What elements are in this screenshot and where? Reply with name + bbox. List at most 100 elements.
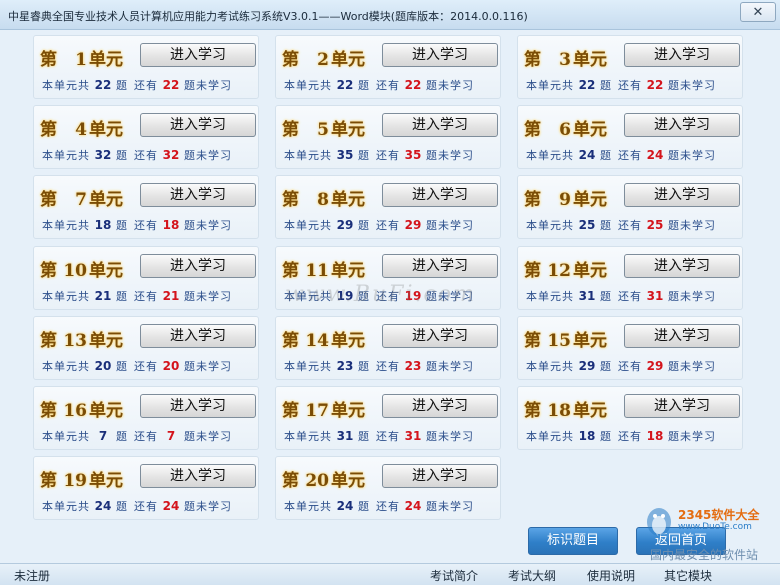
remain-prefix: 还有 — [618, 149, 642, 163]
question-unit: 题 — [116, 149, 128, 163]
enter-study-button[interactable]: 进入学习 — [382, 464, 498, 489]
unit-stats: 本单元共 22 题还有 22 题未学习 — [42, 77, 232, 93]
enter-study-button[interactable]: 进入学习 — [624, 253, 740, 278]
unit-suffix: 单元 — [573, 330, 607, 351]
unit-card: 第 11 单元 进入学习 本单元共 19 题还有 19 题未学习 — [275, 245, 501, 310]
enter-study-button[interactable]: 进入学习 — [624, 183, 740, 208]
unit-prefix: 第 — [282, 120, 299, 141]
unit-number: 4 — [75, 120, 87, 141]
unit-card: 第 2 单元 进入学习 本单元共 22 题还有 22 题未学习 — [275, 35, 501, 99]
question-unit: 题 — [358, 500, 370, 514]
remain-count: 20 — [162, 358, 180, 373]
remain-prefix: 还有 — [618, 79, 642, 92]
unit-number: 8 — [317, 190, 329, 211]
enter-study-button[interactable]: 进入学习 — [140, 253, 256, 278]
unit-card: 第 16 单元 进入学习 本单元共 7 题还有 7 题未学习 — [33, 386, 259, 450]
question-unit: 题 — [358, 219, 370, 233]
question-unit: 题 — [600, 79, 612, 92]
unit-card: 第 12 单元 进入学习 本单元共 31 题还有 31 题未学习 — [517, 245, 743, 310]
unit-suffix: 单元 — [89, 471, 123, 492]
total-prefix: 本单元共 — [284, 149, 332, 163]
remain-prefix: 还有 — [134, 149, 158, 163]
question-unit: 题 — [116, 219, 128, 233]
remain-suffix: 题未学习 — [184, 219, 232, 233]
unit-stats: 本单元共 22 题还有 22 题未学习 — [526, 77, 716, 93]
unit-prefix: 第 — [40, 401, 57, 421]
total-count: 31 — [336, 429, 354, 443]
exam-intro-link[interactable]: 考试简介 — [430, 567, 478, 584]
unit-title: 第 11 单元 — [282, 256, 365, 282]
enter-study-button[interactable]: 进入学习 — [140, 394, 256, 418]
total-prefix: 本单元共 — [42, 289, 90, 303]
total-count: 29 — [578, 358, 596, 373]
unit-number: 12 — [547, 260, 571, 281]
return-home-button[interactable]: 返回首页 — [636, 527, 726, 555]
total-count: 22 — [94, 78, 112, 92]
unit-title: 第 18 单元 — [524, 396, 607, 422]
enter-study-button[interactable]: 进入学习 — [382, 113, 498, 138]
remain-count: 22 — [162, 78, 180, 92]
registration-status: 未注册 — [14, 569, 51, 583]
user-guide-link[interactable]: 使用说明 — [587, 567, 635, 584]
unit-prefix: 第 — [524, 330, 541, 351]
enter-study-button[interactable]: 进入学习 — [140, 323, 256, 348]
enter-study-button[interactable]: 进入学习 — [382, 253, 498, 278]
unit-stats: 本单元共 19 题还有 19 题未学习 — [284, 288, 474, 304]
unit-number: 17 — [305, 401, 329, 421]
unit-title: 第 20 单元 — [282, 466, 365, 492]
enter-study-button[interactable]: 进入学习 — [382, 183, 498, 208]
title-bar: 中星睿典全国专业技术人员计算机应用能力考试练习系统V3.0.1——Word模块(… — [0, 0, 780, 30]
unit-prefix: 第 — [40, 190, 57, 211]
unit-card: 第 17 单元 进入学习 本单元共 31 题还有 31 题未学习 — [275, 386, 501, 450]
question-unit: 题 — [358, 289, 370, 303]
enter-study-button[interactable]: 进入学习 — [382, 394, 498, 418]
remain-suffix: 题未学习 — [426, 500, 474, 514]
unit-prefix: 第 — [524, 120, 541, 141]
unit-suffix: 单元 — [573, 50, 607, 70]
remain-suffix: 题未学习 — [184, 149, 232, 163]
mark-question-button[interactable]: 标识题目 — [528, 527, 618, 555]
remain-suffix: 题未学习 — [426, 289, 474, 303]
unit-prefix: 第 — [282, 401, 299, 421]
remain-suffix: 题未学习 — [668, 149, 716, 163]
enter-study-button[interactable]: 进入学习 — [624, 43, 740, 67]
remain-count: 21 — [162, 288, 180, 303]
enter-study-button[interactable]: 进入学习 — [382, 43, 498, 67]
enter-study-button[interactable]: 进入学习 — [140, 464, 256, 489]
total-prefix: 本单元共 — [284, 289, 332, 303]
enter-study-button[interactable]: 进入学习 — [140, 183, 256, 208]
close-button[interactable]: ✕ — [740, 2, 776, 22]
enter-study-button[interactable]: 进入学习 — [382, 323, 498, 348]
remain-suffix: 题未学习 — [668, 430, 716, 443]
exam-outline-link[interactable]: 考试大纲 — [508, 567, 556, 584]
unit-title: 第 15 单元 — [524, 326, 607, 352]
total-count: 24 — [336, 499, 354, 514]
remain-suffix: 题未学习 — [184, 430, 232, 443]
unit-number: 9 — [559, 190, 571, 211]
enter-study-button[interactable]: 进入学习 — [624, 113, 740, 138]
total-count: 29 — [336, 218, 354, 233]
unit-stats: 本单元共 29 题还有 29 题未学习 — [284, 217, 474, 233]
unit-prefix: 第 — [524, 260, 541, 281]
unit-number: 14 — [305, 330, 329, 351]
remain-count: 31 — [404, 429, 422, 443]
unit-stats: 本单元共 22 题还有 22 题未学习 — [284, 77, 474, 93]
enter-study-button[interactable]: 进入学习 — [624, 323, 740, 348]
close-icon: ✕ — [752, 4, 764, 20]
total-count: 18 — [94, 218, 112, 233]
total-count: 24 — [578, 148, 596, 163]
enter-study-button[interactable]: 进入学习 — [624, 394, 740, 418]
other-modules-link[interactable]: 其它模块 — [664, 567, 712, 584]
unit-number: 20 — [305, 471, 329, 492]
unit-grid: 第 1 单元 进入学习 本单元共 22 题还有 22 题未学习第 2 单元 进入学习 本单元共 22 题还有… — [0, 30, 780, 563]
unit-suffix: 单元 — [573, 120, 607, 141]
enter-study-button[interactable]: 进入学习 — [140, 43, 256, 67]
enter-study-button[interactable]: 进入学习 — [140, 113, 256, 138]
unit-number: 18 — [547, 401, 571, 421]
unit-stats: 本单元共 31 题还有 31 题未学习 — [284, 428, 474, 444]
remain-count: 25 — [646, 218, 664, 233]
remain-count: 19 — [404, 288, 422, 303]
unit-prefix: 第 — [282, 471, 299, 492]
question-unit: 题 — [358, 359, 370, 373]
unit-card: 第 14 单元 进入学习 本单元共 23 题还有 23 题未学习 — [275, 315, 501, 380]
